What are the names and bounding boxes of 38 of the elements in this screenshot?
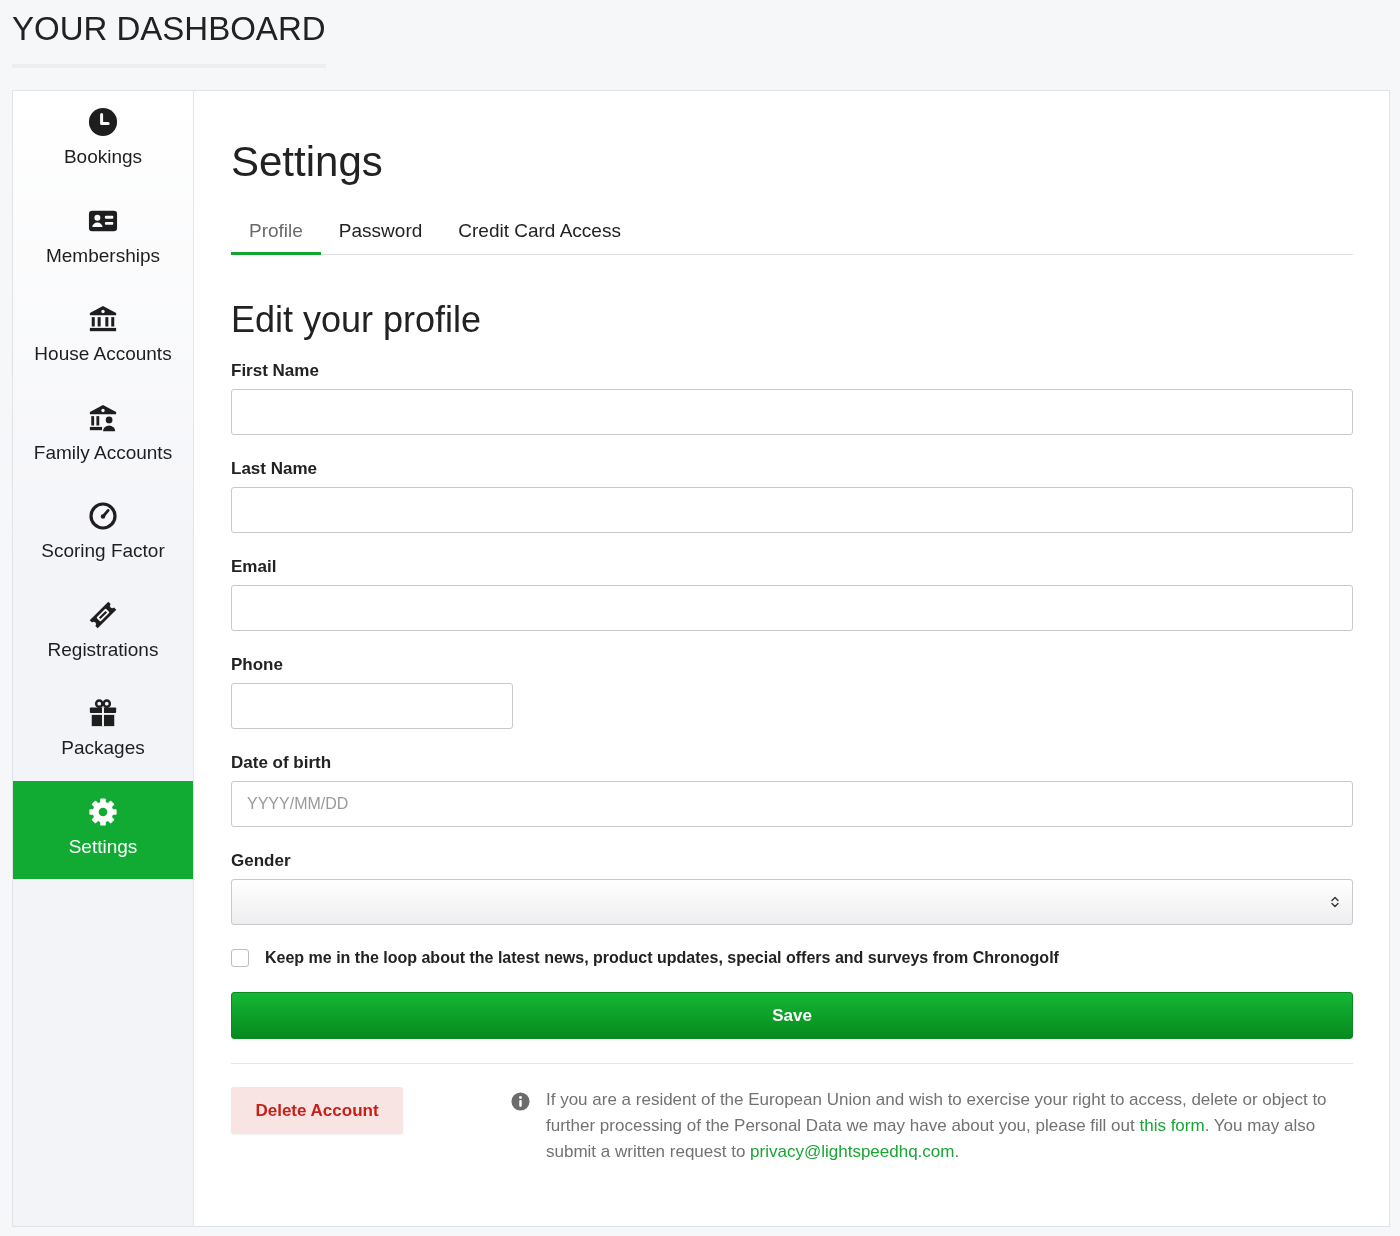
- checkbox[interactable]: [231, 949, 249, 967]
- info-icon: [511, 1092, 530, 1111]
- sidebar-item[interactable]: Family Accounts: [13, 386, 193, 485]
- select-field[interactable]: [231, 879, 1353, 925]
- checkbox-label: Keep me in the loop about the latest news, product updates, special offers and surveys from Chronogolf: [265, 948, 1059, 968]
- sidebar-item[interactable]: Registrations: [13, 583, 193, 682]
- gauge-icon: [88, 501, 118, 531]
- field-label: Date of birth: [231, 753, 333, 773]
- sidebar-item[interactable]: Bookings: [13, 91, 193, 190]
- sidebar-item[interactable]: House Accounts: [13, 288, 193, 387]
- sidebar-item[interactable]: Packages: [13, 682, 193, 781]
- section-heading: Edit your profile: [231, 298, 483, 342]
- gift-icon: [88, 698, 118, 728]
- bank-icon: [88, 304, 118, 334]
- text-field[interactable]: [231, 487, 1353, 533]
- delete-account-button[interactable]: Delete Account: [231, 1087, 403, 1134]
- field-label: Email: [231, 557, 278, 577]
- phone-field[interactable]: [231, 683, 513, 729]
- field-label: First Name: [231, 361, 320, 381]
- bank-person-icon: [88, 402, 118, 433]
- tab[interactable]: Profile: [231, 209, 321, 255]
- privacy-notice: If you are a resident of the European Union and wish to exercise your right to access, delete or object to further processing of the Personal Data we may have about you, please fill out this form. You may also submit a written request to privacy@lightspeedhq.com.: [546, 1089, 1328, 1163]
- field-label: Gender: [231, 851, 292, 871]
- sidebar-item[interactable]: Scoring Factor: [13, 485, 193, 584]
- clock-icon: [88, 107, 118, 137]
- page-title: YOUR DASHBOARD: [12, 9, 326, 49]
- sidebar-item[interactable]: Memberships: [13, 189, 193, 288]
- field-label: Phone: [231, 655, 284, 675]
- ticket-icon: [88, 599, 118, 630]
- gear-icon: [88, 796, 118, 827]
- tab[interactable]: Password: [320, 209, 441, 255]
- field-label: Last Name: [231, 459, 318, 479]
- page-heading: Settings: [231, 137, 384, 187]
- text-field[interactable]: [231, 389, 1353, 435]
- chevron-up-down-icon: [1331, 896, 1339, 908]
- text-field[interactable]: [231, 585, 1353, 631]
- tab[interactable]: Credit Card Access: [440, 209, 639, 255]
- date-field[interactable]: YYYY/MM/DD: [231, 781, 1353, 827]
